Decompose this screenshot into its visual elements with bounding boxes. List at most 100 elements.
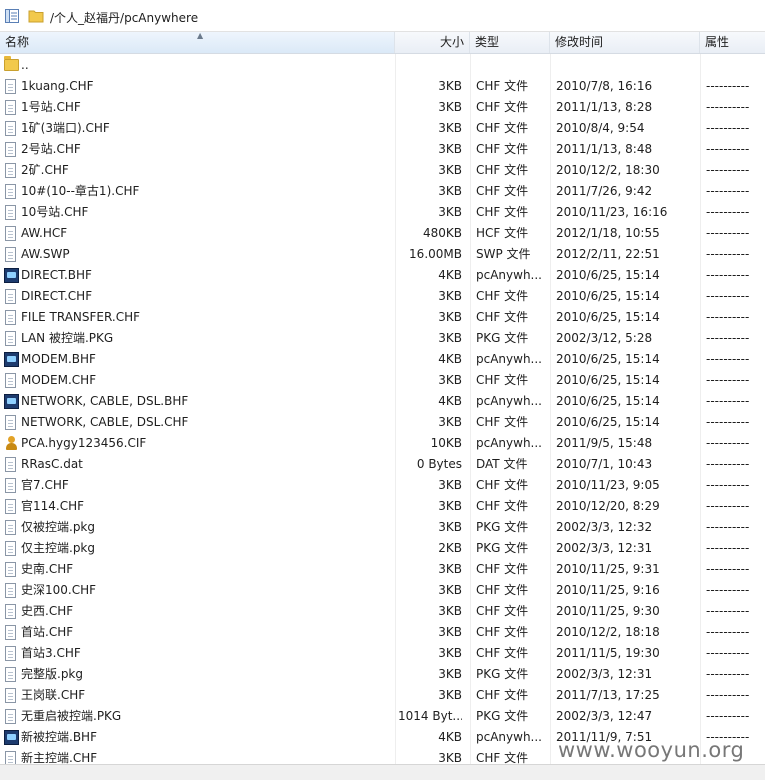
file-icon-cell [4, 727, 20, 748]
file-row[interactable]: MODEM.CHF 3KB CHF 文件 2010/6/25, 15:14 ------… [0, 370, 765, 391]
column-header-date[interactable]: 修改时间 [550, 32, 700, 53]
file-name: 1号站.CHF [21, 100, 81, 114]
file-size: 480KB [422, 226, 462, 240]
file-modified: 2010/6/25, 15:14 [556, 310, 660, 324]
column-header-name-label: 名称 [5, 35, 30, 49]
file-name: RRasC.dat [21, 457, 83, 471]
file-row[interactable]: PCA.hygy123456.CIF 10KB pcAnywh... 2011/9/5… [0, 433, 765, 454]
file-type: CHF 文件 [476, 604, 529, 618]
file-attributes: ---------- [706, 625, 750, 639]
file-icon [5, 331, 16, 346]
file-type: CHF 文件 [476, 583, 529, 597]
file-icon-cell [4, 643, 20, 664]
file-row[interactable]: .. [0, 55, 765, 76]
file-type: CHF 文件 [476, 478, 529, 492]
column-header-type[interactable]: 类型 [470, 32, 550, 53]
file-name: DIRECT.CHF [21, 289, 93, 303]
file-type: CHF 文件 [476, 121, 529, 135]
file-row[interactable]: 首站.CHF 3KB CHF 文件 2010/12/2, 18:18 ---------… [0, 622, 765, 643]
file-row[interactable]: DIRECT.CHF 3KB CHF 文件 2010/6/25, 15:14 -----… [0, 286, 765, 307]
file-modified: 2012/2/11, 22:51 [556, 247, 660, 261]
file-size: 1014 Byt... [398, 709, 462, 723]
file-type: CHF 文件 [476, 751, 529, 764]
file-icon-cell [4, 265, 20, 286]
file-icon-cell [4, 706, 20, 727]
file-row[interactable]: 10#(10--章古1).CHF 3KB CHF 文件 2011/7/26, 9:42… [0, 181, 765, 202]
file-row[interactable]: 史南.CHF 3KB CHF 文件 2010/11/25, 9:31 ---------… [0, 559, 765, 580]
file-row[interactable]: AW.SWP 16.00MB SWP 文件 2012/2/11, 22:51 -----… [0, 244, 765, 265]
file-attributes: ---------- [706, 352, 750, 366]
column-header-size[interactable]: 大小 [395, 32, 470, 53]
file-modified: 2011/7/26, 9:42 [556, 184, 653, 198]
file-icon-cell [4, 97, 20, 118]
file-row[interactable]: 10号站.CHF 3KB CHF 文件 2010/11/23, 16:16 ------… [0, 202, 765, 223]
file-row[interactable]: LAN 被控端.PKG 3KB PKG 文件 2002/3/12, 5:28 -----… [0, 328, 765, 349]
file-modified: 2010/11/23, 16:16 [556, 205, 668, 219]
file-row[interactable]: 1kuang.CHF 3KB CHF 文件 2010/7/8, 16:16 ------… [0, 76, 765, 97]
file-size: 3KB [438, 289, 462, 303]
file-name: 史西.CHF [21, 604, 74, 618]
file-type: CHF 文件 [476, 142, 529, 156]
file-icon [5, 625, 16, 640]
file-attributes: ---------- [706, 205, 750, 219]
column-header-attr-label: 属性 [705, 35, 730, 49]
file-name: LAN 被控端.PKG [21, 331, 114, 345]
file-row[interactable]: 史深100.CHF 3KB CHF 文件 2010/11/25, 9:16 ------… [0, 580, 765, 601]
file-size: 3KB [438, 646, 462, 660]
file-row[interactable]: 1矿(3端口).CHF 3KB CHF 文件 2010/8/4, 9:54 ------… [0, 118, 765, 139]
current-path[interactable]: /个人_赵福丹/pcAnywhere [50, 9, 198, 26]
column-header-name[interactable]: 名称 ▲ [0, 32, 395, 53]
file-row[interactable]: NETWORK, CABLE, DSL.BHF 4KB pcAnywh... 2010… [0, 391, 765, 412]
column-header-attr[interactable]: 属性 [700, 32, 765, 53]
file-attributes [706, 55, 762, 76]
file-row[interactable]: DIRECT.BHF 4KB pcAnywh... 2010/6/25, 15:14 -… [0, 265, 765, 286]
file-name: AW.HCF [21, 226, 68, 240]
file-row[interactable]: 王岗联.CHF 3KB CHF 文件 2011/7/13, 17:25 --------… [0, 685, 765, 706]
file-type: CHF 文件 [476, 289, 529, 303]
file-name: 2号站.CHF [21, 142, 81, 156]
file-modified: 2012/1/18, 10:55 [556, 226, 660, 240]
file-row[interactable]: 官114.CHF 3KB CHF 文件 2010/12/20, 8:29 -------… [0, 496, 765, 517]
file-icon [5, 310, 16, 325]
file-row[interactable]: RRasC.dat 0 Bytes DAT 文件 2010/7/1, 10:43 ---… [0, 454, 765, 475]
file-icon-cell [4, 496, 20, 517]
file-attributes: ---------- [706, 163, 750, 177]
file-row[interactable]: 2号站.CHF 3KB CHF 文件 2011/1/13, 8:48 ---------… [0, 139, 765, 160]
file-icon [5, 583, 16, 598]
file-name: 史南.CHF [21, 562, 74, 576]
folder-icon [28, 10, 44, 23]
file-row[interactable]: 1号站.CHF 3KB CHF 文件 2011/1/13, 8:28 ---------… [0, 97, 765, 118]
file-row[interactable]: FILE TRANSFER.CHF 3KB CHF 文件 2010/6/25, 15:… [0, 307, 765, 328]
file-name: 1矿(3端口).CHF [21, 121, 110, 135]
file-row[interactable]: 官7.CHF 3KB CHF 文件 2010/11/23, 9:05 ---------… [0, 475, 765, 496]
file-icon-cell [4, 286, 20, 307]
column-header-date-label: 修改时间 [555, 35, 604, 49]
file-row[interactable]: AW.HCF 480KB HCF 文件 2012/1/18, 10:55 -------… [0, 223, 765, 244]
view-mode-icon[interactable] [4, 8, 20, 24]
file-type: PKG 文件 [476, 709, 529, 723]
file-row[interactable]: NETWORK, CABLE, DSL.CHF 3KB CHF 文件 2010/6/2… [0, 412, 765, 433]
file-type: CHF 文件 [476, 625, 529, 639]
file-attributes: ---------- [706, 394, 750, 408]
file-row[interactable]: 2矿.CHF 3KB CHF 文件 2010/12/2, 18:30 ---------… [0, 160, 765, 181]
file-row[interactable]: 无重启被控端.PKG 1014 Byt... PKG 文件 2002/3/3, 12:… [0, 706, 765, 727]
file-size: 3KB [438, 100, 462, 114]
file-name: 2矿.CHF [21, 163, 69, 177]
file-type: PKG 文件 [476, 541, 529, 555]
column-header-size-label: 大小 [439, 35, 464, 49]
file-row[interactable]: 仅主控端.pkg 2KB PKG 文件 2002/3/3, 12:31 --------… [0, 538, 765, 559]
file-row[interactable]: MODEM.BHF 4KB pcAnywh... 2010/6/25, 15:14 --… [0, 349, 765, 370]
file-modified: 2011/1/13, 8:48 [556, 142, 653, 156]
file-icon-cell [4, 664, 20, 685]
file-icon-cell [4, 202, 20, 223]
file-attributes: ---------- [706, 121, 750, 135]
file-row[interactable]: 完整版.pkg 3KB PKG 文件 2002/3/3, 12:31 ---------… [0, 664, 765, 685]
file-icon [5, 121, 16, 136]
file-row[interactable]: 仅被控端.pkg 3KB PKG 文件 2002/3/3, 12:32 --------… [0, 517, 765, 538]
file-icon-cell [4, 328, 20, 349]
file-row[interactable]: 史西.CHF 3KB CHF 文件 2010/11/25, 9:30 ---------… [0, 601, 765, 622]
file-row[interactable]: 首站3.CHF 3KB CHF 文件 2011/11/5, 19:30 --------… [0, 643, 765, 664]
file-type: pcAnywh... [476, 394, 542, 408]
file-size: 3KB [438, 205, 462, 219]
file-name: DIRECT.BHF [21, 268, 92, 282]
